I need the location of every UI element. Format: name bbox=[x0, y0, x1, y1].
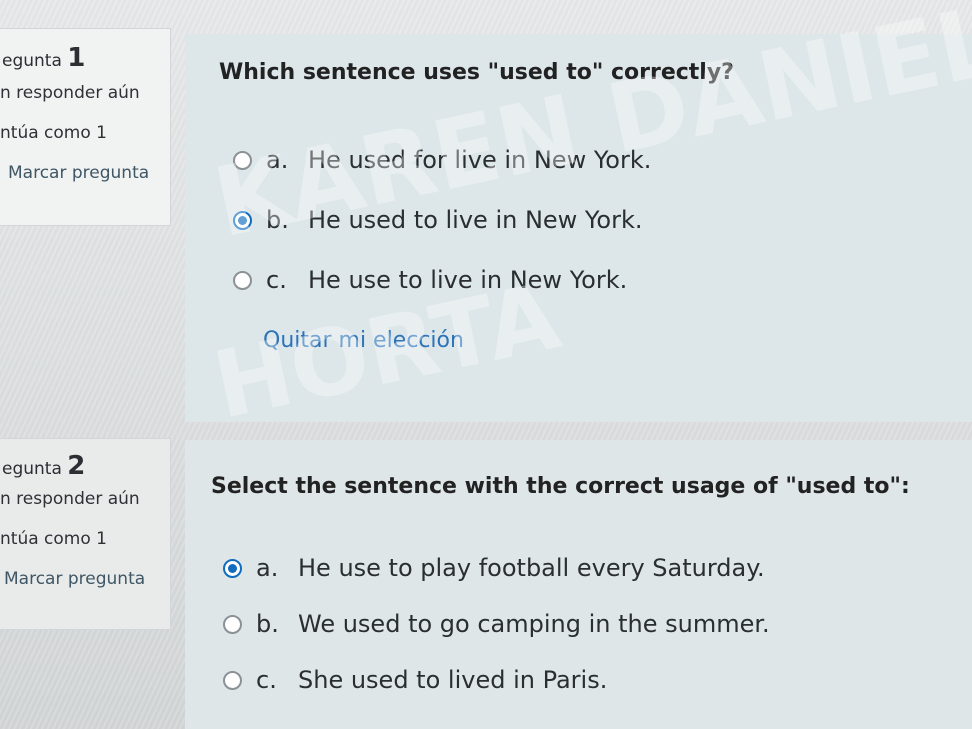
option-letter: b. bbox=[256, 610, 279, 638]
radio-button-selected[interactable] bbox=[233, 210, 252, 230]
question-1-option-c[interactable]: c. He use to live in New York. bbox=[233, 266, 627, 294]
question-1-state: n responder aún bbox=[0, 83, 140, 103]
question-1-flag-button[interactable]: Marcar pregunta bbox=[0, 163, 170, 183]
radio-button[interactable] bbox=[233, 150, 252, 170]
option-letter: c. bbox=[266, 266, 287, 294]
question-2-content: Select the sentence with the correct usa… bbox=[185, 440, 972, 729]
radio-button[interactable] bbox=[223, 670, 242, 690]
option-text: She used to lived in Paris. bbox=[298, 666, 608, 694]
question-1-content: Which sentence uses "used to" correctly?… bbox=[185, 34, 972, 422]
question-1-grade: ntúa como 1 bbox=[0, 123, 107, 143]
question-2-state: n responder aún bbox=[0, 489, 140, 509]
option-text: We used to go camping in the summer. bbox=[298, 610, 770, 638]
radio-button-selected[interactable] bbox=[223, 558, 242, 578]
question-1-text: Which sentence uses "used to" correctly? bbox=[219, 60, 734, 85]
option-letter: a. bbox=[266, 146, 289, 174]
question-1-option-b[interactable]: b. He used to live in New York. bbox=[233, 206, 642, 234]
question-2-text: Select the sentence with the correct usa… bbox=[211, 474, 910, 499]
flag-label: Marcar pregunta bbox=[4, 569, 146, 589]
question-2-flag-button[interactable]: Marcar pregunta bbox=[0, 569, 170, 589]
option-text: He use to live in New York. bbox=[308, 266, 628, 294]
option-letter: b. bbox=[266, 206, 289, 234]
option-text: He used to live in New York. bbox=[308, 206, 643, 234]
question-1-number: egunta 1 bbox=[2, 43, 86, 73]
question-2-option-c[interactable]: c. She used to lived in Paris. bbox=[223, 666, 607, 694]
question-2-option-b[interactable]: b. We used to go camping in the summer. bbox=[223, 610, 770, 638]
question-2-grade: ntúa como 1 bbox=[0, 529, 107, 549]
question-1-info: egunta 1 n responder aún ntúa como 1 Mar… bbox=[0, 28, 171, 226]
radio-button[interactable] bbox=[223, 614, 242, 634]
option-text: He use to play football every Saturday. bbox=[298, 554, 765, 582]
radio-button[interactable] bbox=[233, 270, 252, 290]
question-2-option-a[interactable]: a. He use to play football every Saturda… bbox=[223, 554, 765, 582]
option-letter: a. bbox=[256, 554, 279, 582]
question-2-info: egunta 2 n responder aún ntúa como 1 Mar… bbox=[0, 438, 171, 630]
clear-choice-link[interactable]: Quitar mi elección bbox=[263, 328, 464, 353]
question-2-number: egunta 2 bbox=[2, 451, 86, 481]
flag-label: Marcar pregunta bbox=[8, 163, 150, 183]
option-text: He used for live in New York. bbox=[308, 146, 652, 174]
option-letter: c. bbox=[256, 666, 277, 694]
question-1-option-a[interactable]: a. He used for live in New York. bbox=[233, 146, 651, 174]
